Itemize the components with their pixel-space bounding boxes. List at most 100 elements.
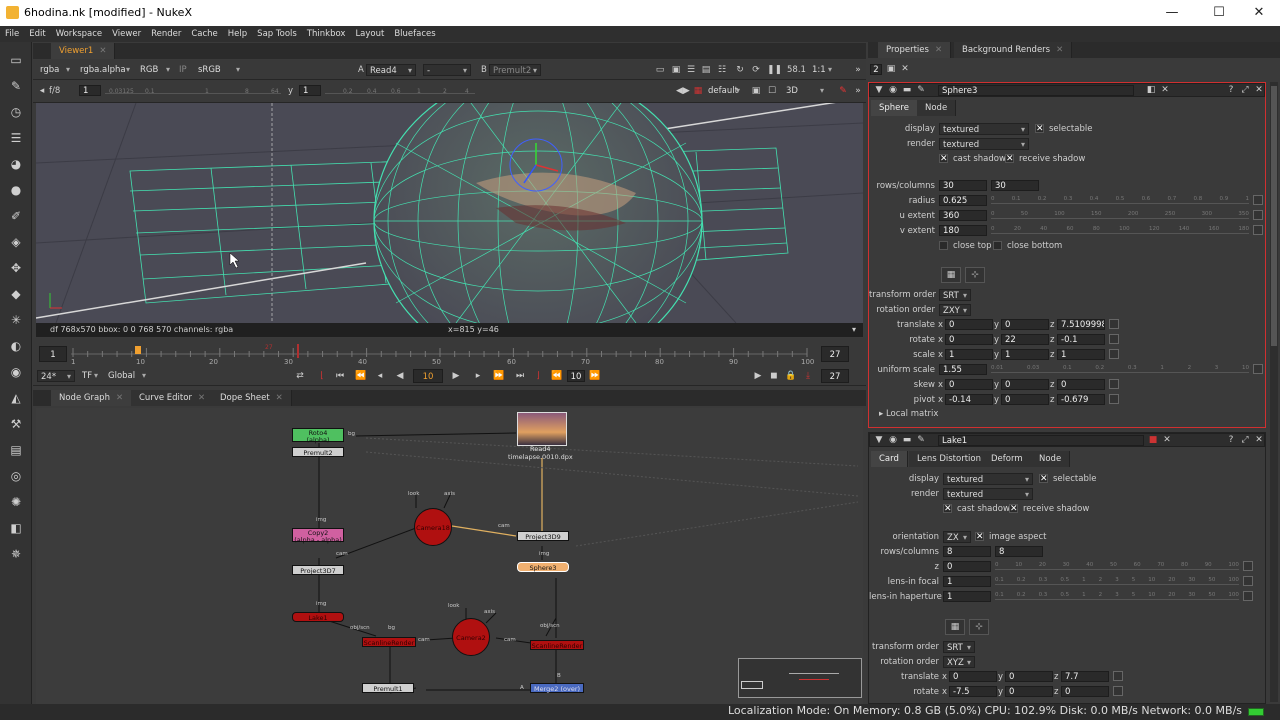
tab-viewer1[interactable]: Viewer1 ✕	[51, 43, 116, 59]
pivot-x-input[interactable]: -0.14	[945, 394, 993, 405]
next-frame-icon[interactable]: ▸	[473, 371, 483, 381]
close-panel-icon[interactable]: ✕	[1254, 435, 1264, 445]
pivot-y-input[interactable]: 0	[1001, 394, 1049, 405]
help-icon[interactable]: ?	[1226, 85, 1236, 95]
v-extent-input[interactable]: 180	[939, 225, 987, 236]
cara-tool-icon[interactable]: ◧	[8, 520, 24, 536]
proxy-icon[interactable]: ▦	[693, 86, 703, 96]
z-animation-button[interactable]	[1243, 561, 1253, 571]
node-graph-minimap[interactable]	[738, 658, 862, 698]
fps-dropdown[interactable]: 24*	[37, 370, 75, 383]
ip-toggle[interactable]: IP	[179, 64, 187, 76]
scale-y-input[interactable]: 1	[1001, 349, 1049, 360]
menu-layout[interactable]: Layout	[350, 26, 389, 42]
v-extent-animation-button[interactable]	[1253, 225, 1263, 235]
close-bottom-checkbox[interactable]	[993, 241, 1002, 250]
collapse-icon[interactable]: ▼	[874, 85, 884, 95]
flipbook-icon[interactable]: ▶	[753, 371, 763, 381]
tab-background-renders[interactable]: Background Renders ✕	[954, 42, 1073, 58]
color-tool-icon[interactable]: ◕	[8, 156, 24, 172]
selectable-checkbox[interactable]: ✕	[1039, 474, 1048, 484]
properties-scrollbar-thumb[interactable]	[1271, 86, 1277, 346]
timeline-end-input[interactable]: 27	[821, 346, 849, 362]
tab-curve-editor[interactable]: Curve Editor ✕	[131, 390, 215, 406]
rotate-z-input[interactable]: -0.1	[1057, 334, 1105, 345]
lock-camera-icon[interactable]: ▣	[751, 86, 761, 96]
maximize-button[interactable]: ☐	[1210, 4, 1228, 22]
cast-shadow-checkbox[interactable]: ✕	[943, 504, 952, 514]
close-icon[interactable]: ✕	[198, 393, 205, 403]
skew-y-input[interactable]: 0	[1001, 379, 1049, 390]
radius-input[interactable]: 0.625	[939, 195, 987, 206]
b-input-dropdown[interactable]: Premult2	[489, 64, 541, 77]
menu-help[interactable]: Help	[223, 26, 252, 42]
transform-tool-icon[interactable]: ✥	[8, 260, 24, 276]
float-panel-icon[interactable]: ✕	[900, 64, 910, 74]
compare-op-dropdown[interactable]: -	[423, 64, 471, 77]
furnace-tool-icon[interactable]: ◎	[8, 468, 24, 484]
3d-tool-icon[interactable]: ◆	[8, 286, 24, 302]
draw-tool-icon[interactable]: ✎	[8, 78, 24, 94]
translate-y-input[interactable]: 0	[1001, 319, 1049, 330]
timeline-start-input[interactable]: 1	[39, 346, 67, 362]
play-forward-icon[interactable]: ▶	[451, 371, 461, 381]
u-extent-input[interactable]: 360	[939, 210, 987, 221]
display-dropdown[interactable]: textured	[939, 123, 1029, 136]
close-panel-icon[interactable]: ✕	[1254, 85, 1264, 95]
uniform-scale-animation-button[interactable]	[1253, 364, 1263, 374]
cast-shadow-checkbox[interactable]: ✕	[939, 154, 948, 164]
play-backward-icon[interactable]: ◀	[395, 371, 405, 381]
render-dropdown[interactable]: textured	[939, 138, 1029, 151]
info-expand-icon[interactable]: ▾	[852, 324, 856, 336]
translate-animation-button[interactable]	[1109, 319, 1119, 329]
prev-keyframe-icon[interactable]: ⏪	[355, 371, 366, 381]
keyer-tool-icon[interactable]: ✐	[8, 208, 24, 224]
lens-in-haperture-animation-button[interactable]	[1243, 591, 1253, 601]
other-tool-icon[interactable]: ▤	[8, 442, 24, 458]
close-icon[interactable]: ✕	[99, 46, 106, 56]
current-frame-input[interactable]: 10	[413, 369, 443, 383]
minimap-viewport[interactable]	[741, 681, 763, 689]
transform-order-dropdown[interactable]: SRT	[943, 641, 975, 654]
node-icon[interactable]: ◉	[888, 85, 898, 95]
close-icon[interactable]: ✕	[935, 45, 942, 55]
node-project3d7[interactable]: Project3D7	[292, 565, 344, 575]
viewer-3d[interactable]	[36, 103, 863, 323]
scale-x-input[interactable]: 1	[945, 349, 993, 360]
node-color-swatch[interactable]: ■	[1148, 435, 1158, 445]
time-tool-icon[interactable]: ◷	[8, 104, 24, 120]
lock-range-icon[interactable]: 🔒	[785, 371, 796, 381]
node-name-field[interactable]: Lake1	[938, 435, 1144, 446]
tab-node[interactable]: Node	[1031, 451, 1071, 467]
guides-icon[interactable]: ☰	[686, 65, 696, 75]
local-matrix-expander[interactable]: ▸ Local matrix	[879, 408, 938, 420]
menu-thinkbox[interactable]: Thinkbox	[302, 26, 351, 42]
transform-handle-icon[interactable]: ▦	[945, 619, 965, 635]
node-camera18[interactable]: Camera18	[414, 508, 452, 546]
float-icon[interactable]: ✕	[1162, 435, 1172, 445]
gain-input[interactable]: 1	[79, 85, 101, 96]
rotate-z-input[interactable]: 0	[1061, 686, 1109, 697]
input-icon[interactable]: ◧	[1146, 85, 1156, 95]
metadata-tool-icon[interactable]: ◭	[8, 390, 24, 406]
translate-x-input[interactable]: 0	[949, 671, 997, 682]
rotate-y-input[interactable]: 22	[1001, 334, 1049, 345]
properties-scrollbar[interactable]	[1270, 82, 1278, 702]
pivot-animation-button[interactable]	[1109, 394, 1119, 404]
z-input[interactable]: 0	[943, 561, 991, 572]
gamma-input[interactable]: 1	[299, 85, 321, 96]
collapse-icon[interactable]: ▼	[874, 435, 884, 445]
merge-tool-icon[interactable]: ◈	[8, 234, 24, 250]
menu-cache[interactable]: Cache	[186, 26, 222, 42]
mask-icon[interactable]: ☷	[717, 65, 727, 75]
columns-input[interactable]: 30	[991, 180, 1039, 191]
tab-node[interactable]: Node	[917, 100, 957, 116]
rotation-order-dropdown[interactable]: XYZ	[943, 656, 975, 669]
menu-sap-tools[interactable]: Sap Tools	[252, 26, 302, 42]
node-scanlinerender-b[interactable]: ScanlineRender	[530, 640, 584, 650]
lens-in-focal-animation-button[interactable]	[1243, 576, 1253, 586]
close-icon[interactable]: ✕	[116, 393, 123, 403]
bluefaces-tool-icon[interactable]: ✺	[8, 494, 24, 510]
transform-order-dropdown[interactable]: SRT	[939, 289, 971, 302]
roi-icon[interactable]: ▭	[655, 65, 665, 75]
